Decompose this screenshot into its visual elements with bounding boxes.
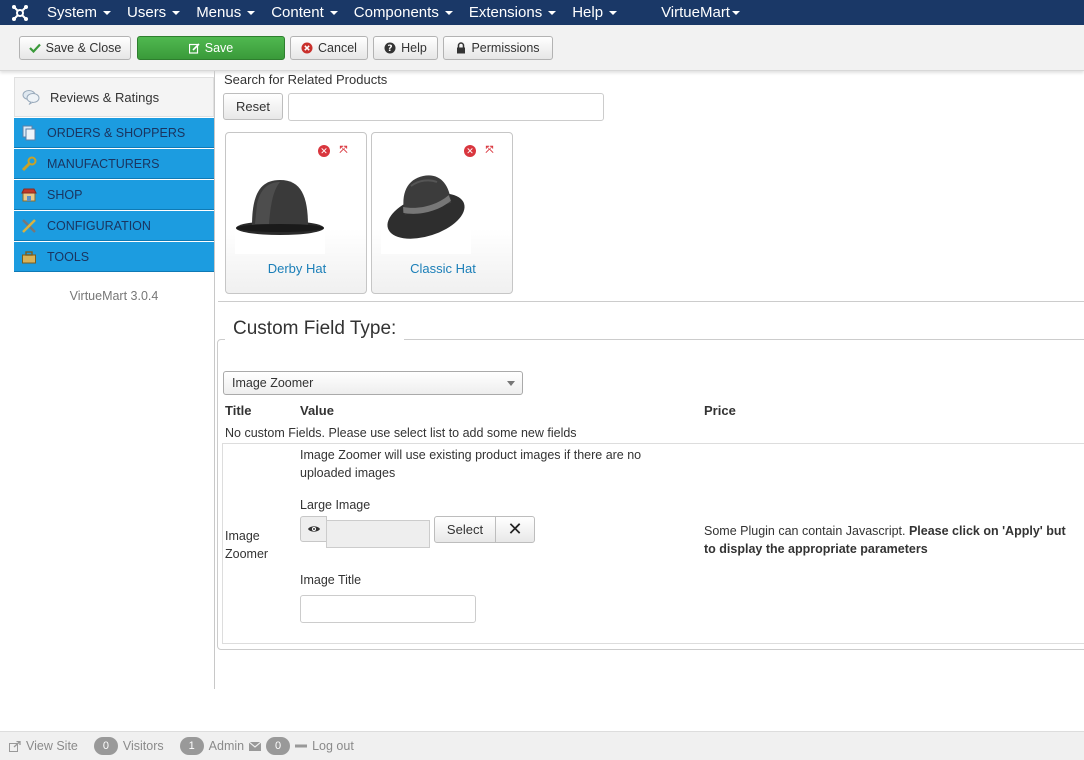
toolbox-icon [22, 250, 36, 263]
menu-users[interactable]: Users [120, 0, 189, 25]
related-product-card: ✕ ⤧ Derby Hat [225, 132, 367, 294]
close-icon: ✕ [507, 519, 523, 539]
reset-button[interactable]: Reset [223, 93, 283, 120]
edit-icon [188, 42, 200, 54]
product-link[interactable]: Classic Hat [372, 261, 514, 276]
large-image-input[interactable] [326, 520, 430, 548]
caret-down-icon [247, 10, 256, 15]
save-close-button[interactable]: Save & Close [19, 36, 131, 60]
product-link[interactable]: Derby Hat [226, 261, 368, 276]
caret-down-icon [444, 10, 453, 15]
header-value: Value [300, 403, 334, 418]
minus-icon [295, 744, 308, 748]
remove-icon[interactable]: ✕ [464, 145, 476, 157]
sidebar-item-reviews[interactable]: Reviews & Ratings [14, 77, 214, 117]
logout-link[interactable]: Log out [312, 739, 354, 753]
wrench-icon [21, 156, 37, 171]
external-link-icon [9, 740, 21, 752]
question-circle-icon: ? [384, 42, 396, 54]
menu-system[interactable]: System [40, 0, 120, 25]
clear-image-button[interactable]: ✕ [495, 516, 535, 543]
section-divider [218, 301, 1084, 302]
header-price: Price [704, 403, 736, 418]
sidebar-item-manufacturers[interactable]: MANUFACTURERS [14, 149, 214, 179]
envelope-icon[interactable] [249, 741, 262, 751]
no-fields-message: No custom Fields. Please use select list… [225, 426, 577, 440]
plugin-note: Some Plugin can contain Javascript. Plea… [704, 524, 1066, 556]
classic-hat-image [381, 164, 471, 254]
sidebar-item-shop[interactable]: SHOP [14, 180, 214, 210]
version-label: VirtueMart 3.0.4 [69, 289, 159, 303]
move-icon[interactable]: ⤧ [483, 145, 496, 157]
caret-down-icon [329, 10, 338, 15]
svg-text:?: ? [388, 44, 393, 54]
admin-label: Admin [208, 739, 245, 753]
cancel-circle-icon [301, 42, 313, 54]
save-button[interactable]: Save [137, 36, 285, 60]
derby-hat-image [235, 164, 325, 254]
large-image-label: Large Image [300, 498, 371, 512]
messages-count-badge: 0 [266, 737, 291, 755]
custom-field-legend: Custom Field Type: [225, 318, 405, 340]
joomla-logo-icon[interactable] [0, 0, 40, 25]
row-title: Image Zoomer [225, 529, 269, 561]
shop-icon [21, 188, 37, 201]
sidebar: Reviews & Ratings ORDERS & SHOPPERS MANU… [14, 77, 214, 303]
status-bar: View Site 0 Visitors 1 Admin 0 Log out [0, 731, 1084, 760]
dropdown-arrow-icon [507, 381, 515, 386]
caret-down-icon [609, 10, 618, 15]
documents-icon [22, 125, 36, 140]
admin-count-badge: 1 [179, 737, 204, 755]
menu-help[interactable]: Help [565, 0, 626, 25]
lock-icon [457, 42, 466, 54]
toolbar: Save & Close Save Cancel ? Help Permissi… [0, 25, 1084, 71]
sidebar-divider [214, 71, 215, 689]
image-title-input[interactable] [300, 595, 476, 623]
cancel-button[interactable]: Cancel [290, 36, 368, 60]
related-product-card: ✕ ⤧ Classic Hat [371, 132, 513, 294]
caret-down-icon [731, 10, 740, 15]
sidebar-item-orders-shoppers[interactable]: ORDERS & SHOPPERS [14, 118, 214, 148]
eye-icon [307, 526, 320, 532]
select-image-button[interactable]: Select [434, 516, 496, 543]
menu-extensions[interactable]: Extensions [462, 0, 565, 25]
move-icon[interactable]: ⤧ [337, 145, 350, 157]
check-icon [28, 43, 41, 53]
top-navigation: System Users Menus Content Components Ex… [0, 0, 1084, 25]
sidebar-item-tools[interactable]: TOOLS [14, 242, 214, 272]
speech-bubble-icon [22, 90, 40, 105]
header-title: Title [225, 403, 252, 418]
help-button[interactable]: ? Help [373, 36, 438, 60]
remove-icon[interactable]: ✕ [318, 145, 330, 157]
image-title-label: Image Title [300, 573, 362, 587]
caret-down-icon [103, 10, 112, 15]
menu-content[interactable]: Content [264, 0, 347, 25]
caret-down-icon [172, 10, 181, 15]
preview-button[interactable] [300, 516, 327, 542]
menu-components[interactable]: Components [347, 0, 462, 25]
sidebar-item-configuration[interactable]: CONFIGURATION [14, 211, 214, 241]
related-search-input[interactable] [288, 93, 604, 121]
caret-down-icon [548, 10, 557, 15]
tools-icon [22, 218, 36, 233]
view-site-link[interactable]: View Site [26, 739, 78, 753]
visitors-label: Visitors [122, 739, 164, 753]
menu-menus[interactable]: Menus [189, 0, 264, 25]
custom-field-type-select[interactable]: Image Zoomer [223, 371, 523, 395]
menu-virtuemart[interactable]: VirtueMart [654, 0, 749, 25]
related-search-label: Search for Related Products [224, 72, 388, 87]
permissions-button[interactable]: Permissions [443, 36, 553, 60]
visitors-count-badge: 0 [93, 737, 118, 755]
image-zoomer-description: Image Zoomer will use existing product i… [300, 448, 642, 480]
